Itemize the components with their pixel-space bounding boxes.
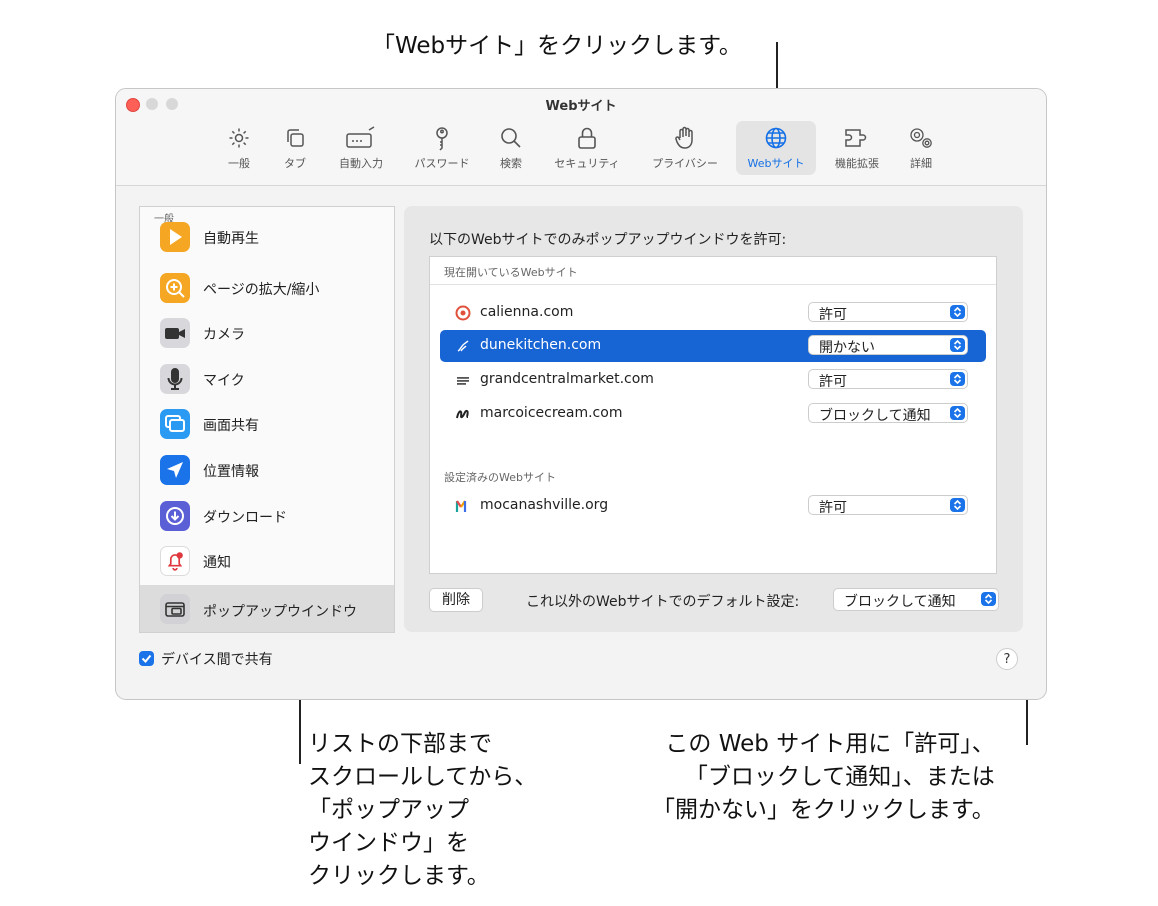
location-icon <box>160 455 190 485</box>
zoom-icon <box>160 273 190 303</box>
default-setting-popup[interactable]: ブロックして通知 <box>833 588 999 611</box>
autofill-icon <box>346 126 375 148</box>
sidebar-item-popup-windows[interactable]: ポップアップウインドウ <box>140 585 394 632</box>
callout-bottom-left: リストの下部まで スクロールしてから、 「ポップアップ ウインドウ」を クリック… <box>308 731 538 889</box>
sidebar-item-camera[interactable]: カメラ <box>140 311 394 355</box>
gear-icon <box>229 128 249 148</box>
site-setting-popup[interactable]: ブロックして通知 <box>808 403 968 424</box>
gears-icon <box>910 128 932 148</box>
window-title: Webサイト <box>545 99 617 114</box>
download-icon <box>160 501 190 531</box>
mocanashville-favicon-icon <box>455 500 467 512</box>
site-setting-popup[interactable]: 許可 <box>808 495 968 516</box>
tabs-icon <box>287 129 304 147</box>
tab-extensions[interactable]: 機能拡張 <box>824 121 890 175</box>
site-setting-popup[interactable]: 許可 <box>808 369 968 390</box>
key-icon <box>436 127 448 151</box>
marcoicecream-favicon-icon <box>456 409 469 419</box>
tab-tabs[interactable]: タブ <box>272 121 318 175</box>
toolbar: Webサイト 一般 タブ 自動入力 パスワード 検索 セキュリティ プライバシー <box>116 89 1046 186</box>
tab-privacy[interactable]: プライバシー <box>642 121 728 175</box>
sidebar-item-autoplay[interactable]: 自動再生 <box>140 220 394 264</box>
websites-list[interactable]: 現在開いているWebサイト calienna.com 許可 dunekitche… <box>429 256 997 574</box>
site-row-marcoicecream[interactable]: marcoicecream.com ブロックして通知 <box>440 398 986 430</box>
calienna-favicon-icon <box>455 305 471 321</box>
grandcentralmarket-favicon-icon <box>457 377 469 385</box>
play-icon <box>160 222 190 252</box>
sidebar-item-page-zoom[interactable]: ページの拡大/縮小 <box>140 266 394 310</box>
current-websites-header: 現在開いているWebサイト <box>430 257 996 285</box>
site-row-calienna[interactable]: calienna.com 許可 <box>440 297 986 329</box>
chevron-updown-icon <box>950 372 965 386</box>
panel-title: 以下のWebサイトでのみポップアップウインドウを許可: <box>429 232 787 248</box>
sidebar: 一般 自動再生 ページの拡大/縮小 カメラ マイク 画面共有 位置情報 ダウンロ… <box>139 206 395 633</box>
bell-icon <box>160 546 190 576</box>
globe-icon <box>765 127 787 149</box>
chevron-updown-icon <box>950 338 965 352</box>
remove-button[interactable]: 削除 <box>429 588 483 612</box>
callout-bottom-right: この Web サイト用に「許可」、 「ブロックして通知」、または 「開かない」を… <box>652 731 995 823</box>
tab-search[interactable]: 検索 <box>490 121 532 175</box>
help-button[interactable]: ? <box>996 648 1018 670</box>
sidebar-item-notifications[interactable]: 通知 <box>140 539 394 583</box>
dunekitchen-favicon-icon <box>457 340 469 352</box>
screen-share-icon <box>160 409 190 439</box>
tab-general[interactable]: 一般 <box>216 121 262 175</box>
tab-autofill[interactable]: 自動入力 <box>330 121 392 175</box>
configured-websites-header: 設定済みのWebサイト <box>444 471 556 484</box>
site-setting-popup[interactable]: 許可 <box>808 302 968 323</box>
popup-window-icon <box>160 594 190 624</box>
share-across-devices-label: デバイス間で共有 <box>161 652 273 668</box>
site-row-mocanashville[interactable]: mocanashville.org 許可 <box>440 490 986 522</box>
lock-icon <box>578 127 596 149</box>
share-across-devices-checkbox[interactable] <box>139 651 154 666</box>
site-setting-popup[interactable]: 開かない <box>808 335 968 356</box>
tab-security[interactable]: セキュリティ <box>542 121 632 175</box>
tab-advanced[interactable]: 詳細 <box>896 121 946 175</box>
site-row-dunekitchen[interactable]: dunekitchen.com 開かない <box>440 330 986 362</box>
default-setting-label: これ以外のWebサイトでのデフォルト設定: <box>526 594 800 610</box>
sidebar-item-location[interactable]: 位置情報 <box>140 448 394 492</box>
callout-top: 「Webサイト」をクリックします。 <box>372 33 742 59</box>
site-row-grandcentralmarket[interactable]: grandcentralmarket.com 許可 <box>440 364 986 396</box>
preferences-window: Webサイト 一般 タブ 自動入力 パスワード 検索 セキュリティ プライバシー <box>115 88 1047 700</box>
extensions-icon <box>845 129 867 147</box>
chevron-updown-icon <box>950 406 965 420</box>
sidebar-item-screen-share[interactable]: 画面共有 <box>140 402 394 446</box>
tab-websites[interactable]: Webサイト <box>736 121 816 175</box>
sidebar-item-downloads[interactable]: ダウンロード <box>140 494 394 538</box>
chevron-updown-icon <box>950 305 965 319</box>
checkmark-icon <box>141 654 152 663</box>
popup-settings-panel: 以下のWebサイトでのみポップアップウインドウを許可: 現在開いているWebサイ… <box>404 206 1023 632</box>
tab-passwords[interactable]: パスワード <box>406 121 478 175</box>
chevron-updown-icon <box>950 498 965 512</box>
hand-icon <box>675 126 693 149</box>
chevron-updown-icon <box>981 592 996 606</box>
microphone-icon <box>160 364 190 394</box>
search-icon <box>501 128 521 148</box>
camera-icon <box>160 318 190 348</box>
sidebar-item-microphone[interactable]: マイク <box>140 357 394 401</box>
